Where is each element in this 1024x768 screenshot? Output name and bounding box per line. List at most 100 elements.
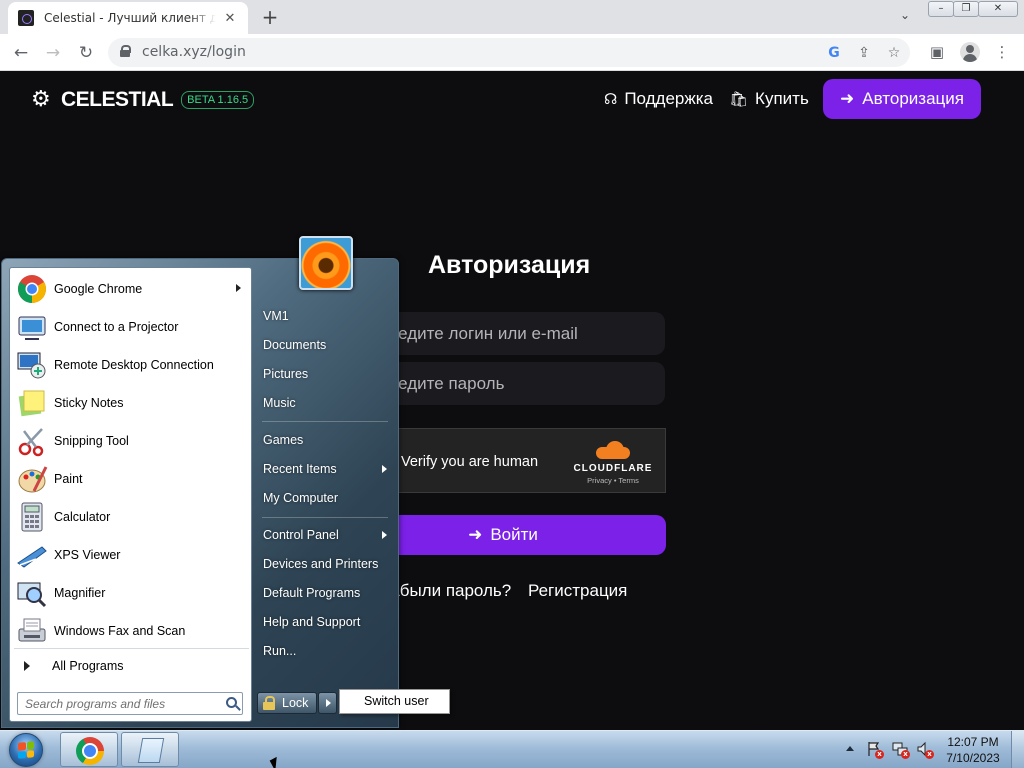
system-clock[interactable]: 12:07 PM 7/10/2023 xyxy=(940,734,1006,766)
register-link[interactable]: Регистрация xyxy=(528,581,627,601)
bookmark-star-icon[interactable]: ☆ xyxy=(884,43,904,63)
taskbar-chrome-button[interactable] xyxy=(60,732,118,767)
nav-buy-link[interactable]: 🛍 Купить xyxy=(729,89,809,109)
windows-flag-icon xyxy=(18,741,34,759)
submenu-arrow-icon[interactable] xyxy=(382,531,387,539)
start-menu-link[interactable]: Recent Items xyxy=(255,457,395,481)
lock-button[interactable]: Lock xyxy=(257,692,317,714)
switch-user-menu-item[interactable]: Switch user xyxy=(339,689,450,714)
shopping-bag-icon: 🛍 xyxy=(729,91,749,108)
profile-avatar-icon[interactable] xyxy=(960,42,980,62)
start-menu-link[interactable]: Help and Support xyxy=(255,610,395,634)
start-menu-item[interactable]: Remote Desktop Connection xyxy=(14,346,249,384)
error-badge-icon: x xyxy=(875,750,884,759)
start-menu-item[interactable]: Paint xyxy=(14,460,249,498)
volume-speaker-icon[interactable]: x xyxy=(916,741,934,759)
xps-viewer-icon xyxy=(16,539,48,571)
restore-button[interactable]: ❐ xyxy=(953,1,979,17)
taskbar-notepad-button[interactable] xyxy=(121,732,179,767)
minimize-button[interactable]: – xyxy=(928,1,954,17)
notepad-icon xyxy=(137,738,165,763)
clock-date: 7/10/2023 xyxy=(946,751,1000,765)
start-menu-link-label: Documents xyxy=(263,338,327,352)
start-menu-link-label: VM1 xyxy=(263,309,289,323)
cloudflare-brand: CLOUDFLARE xyxy=(573,463,653,474)
start-menu-item[interactable]: Windows Fax and Scan xyxy=(14,612,249,650)
address-bar[interactable]: celka.xyz/login G ⇪ ☆ xyxy=(108,38,910,67)
start-menu-item[interactable]: Connect to a Projector xyxy=(14,308,249,346)
new-tab-button[interactable]: + xyxy=(258,6,282,28)
forward-arrow-icon[interactable]: → xyxy=(40,40,66,66)
network-icon[interactable]: x xyxy=(892,741,910,759)
sign-in-icon: ➜ xyxy=(468,525,483,544)
start-menu-link[interactable]: Control Panel xyxy=(255,523,395,547)
user-account-picture[interactable] xyxy=(299,236,353,290)
chrome-icon xyxy=(16,273,48,305)
start-menu-link[interactable]: My Computer xyxy=(255,486,395,510)
magnifier-icon xyxy=(16,577,48,609)
search-icon[interactable] xyxy=(226,697,237,708)
start-menu-link[interactable]: Default Programs xyxy=(255,581,395,605)
submenu-arrow-icon[interactable] xyxy=(382,465,387,473)
show-desktop-button[interactable] xyxy=(1011,731,1024,768)
all-programs-button[interactable]: All Programs xyxy=(14,654,249,678)
captcha-text: Verify you are human xyxy=(401,454,539,470)
action-center-flag-icon[interactable]: x xyxy=(866,741,884,759)
start-menu-item-label: Google Chrome xyxy=(54,282,143,296)
start-menu-item[interactable]: Calculator xyxy=(14,498,249,536)
nav-auth-button[interactable]: ➜ Авторизация xyxy=(823,79,981,119)
browser-tab[interactable]: Celestial - Лучший клиент для майнкрафт … xyxy=(8,2,248,34)
start-button[interactable] xyxy=(4,731,48,768)
shutdown-options-arrow-button[interactable] xyxy=(318,692,337,714)
start-menu-divider xyxy=(14,648,249,649)
start-menu-item[interactable]: Magnifier xyxy=(14,574,249,612)
all-programs-label: All Programs xyxy=(52,659,124,673)
start-menu-link[interactable]: Music xyxy=(255,391,395,415)
tab-search-chevron-icon[interactable]: ⌄ xyxy=(895,8,915,26)
start-menu-item[interactable]: Snipping Tool xyxy=(14,422,249,460)
start-menu-link[interactable]: Run... xyxy=(255,639,395,663)
padlock-icon xyxy=(262,696,276,710)
start-menu-item[interactable]: Google Chrome xyxy=(14,270,249,308)
google-translate-icon[interactable]: G xyxy=(824,43,844,63)
show-hidden-icons-arrow-icon[interactable] xyxy=(846,746,854,751)
tab-close-icon[interactable]: ✕ xyxy=(222,11,238,26)
share-icon[interactable]: ⇪ xyxy=(854,43,874,63)
start-menu-item[interactable]: Sticky Notes xyxy=(14,384,249,422)
start-menu-link-label: Default Programs xyxy=(263,586,361,600)
site-favicon-icon xyxy=(18,10,34,26)
taskbar: x x x 12:07 PM 7/10/2023 xyxy=(0,730,1024,768)
back-arrow-icon[interactable]: ← xyxy=(8,40,34,66)
lock-label: Lock xyxy=(282,696,309,710)
captcha-privacy-terms-links[interactable]: Privacy • Terms xyxy=(573,476,653,485)
browser-menu-kebab-icon[interactable]: ⋮ xyxy=(990,40,1014,64)
start-menu-item-label: Calculator xyxy=(54,510,111,524)
start-menu-item[interactable]: XPS Viewer xyxy=(14,536,249,574)
start-menu-item-label: Connect to a Projector xyxy=(54,320,179,334)
tab-title: Celestial - Лучший клиент для майнкрафт xyxy=(44,11,216,25)
start-menu-link[interactable]: VM1 xyxy=(255,304,395,328)
cloudflare-logo: CLOUDFLARE Privacy • Terms xyxy=(573,441,653,485)
close-window-button[interactable]: ✕ xyxy=(978,1,1018,17)
nav-support-link[interactable]: ☊ Поддержка xyxy=(604,89,713,109)
start-menu-programs-pane: Google Chrome Connect to a Projector Remot… xyxy=(9,267,252,722)
submenu-arrow-icon[interactable] xyxy=(236,284,241,292)
start-search-input[interactable] xyxy=(18,693,242,715)
start-menu-link[interactable]: Documents xyxy=(255,333,395,357)
start-menu-link[interactable]: Devices and Printers xyxy=(255,552,395,576)
start-menu-link-label: Pictures xyxy=(263,367,309,381)
calculator-icon xyxy=(16,501,48,533)
site-logo[interactable]: ⚙ CELESTIAL BETA 1.16.5 xyxy=(31,88,255,112)
start-menu-link[interactable]: Games xyxy=(255,428,395,452)
start-menu-link[interactable]: Pictures xyxy=(255,362,395,386)
start-search-box[interactable] xyxy=(17,692,243,715)
side-panel-icon[interactable]: ▣ xyxy=(925,40,949,64)
reload-icon[interactable]: ↻ xyxy=(73,40,99,66)
start-menu-item-label: Sticky Notes xyxy=(54,396,124,410)
secure-lock-icon[interactable] xyxy=(120,45,131,57)
url-text[interactable]: celka.xyz/login xyxy=(142,44,246,60)
start-menu-link-label: Games xyxy=(263,433,304,447)
start-menu-link-label: Devices and Printers xyxy=(263,557,379,571)
login-title: Авторизация xyxy=(428,251,591,279)
forgot-password-link[interactable]: Забыли пароль? xyxy=(380,581,511,601)
